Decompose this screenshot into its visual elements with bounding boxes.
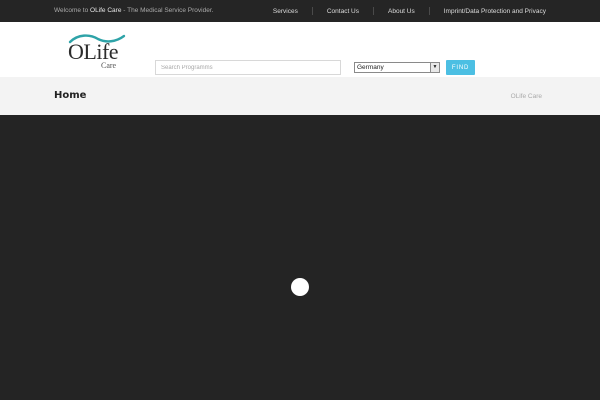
find-button[interactable]: FIND xyxy=(446,60,475,75)
welcome-brand: OLife Care xyxy=(90,7,122,14)
page-title-bar: Home OLife Care xyxy=(0,77,600,115)
welcome-message: Welcome to OLife Care - The Medical Serv… xyxy=(54,7,213,14)
nav-imprint-link[interactable]: Imprint/Data Protection and Privacy xyxy=(444,8,546,15)
page-title: Home xyxy=(54,90,87,101)
content-loading-area xyxy=(0,115,600,400)
loading-spinner-icon xyxy=(291,278,309,296)
logo-sub: Care xyxy=(101,61,117,70)
logo-name: OLife xyxy=(68,39,119,64)
welcome-suffix: - The Medical Service Provider. xyxy=(121,7,214,14)
country-select-value: Germany xyxy=(357,64,384,71)
nav-about-us-link[interactable]: About Us xyxy=(388,8,415,15)
top-bar: Welcome to OLife Care - The Medical Serv… xyxy=(0,0,600,22)
nav-contact-us-link[interactable]: Contact Us xyxy=(327,8,359,15)
nav-divider xyxy=(373,7,374,15)
site-logo[interactable]: OLife Care xyxy=(68,33,126,70)
nav-divider xyxy=(311,7,313,15)
nav-divider xyxy=(428,7,430,15)
country-select[interactable]: Germany ▼ xyxy=(354,62,440,73)
site-header: OLife Care Germany ▼ FIND xyxy=(0,22,600,77)
welcome-prefix: Welcome to xyxy=(54,7,91,14)
search-input[interactable] xyxy=(155,60,341,75)
nav-services-link[interactable]: Services xyxy=(273,8,298,15)
top-nav: Services Contact Us About Us Imprint/Dat… xyxy=(273,7,546,15)
breadcrumb[interactable]: OLife Care xyxy=(511,93,542,100)
dropdown-arrow-icon[interactable]: ▼ xyxy=(430,63,439,72)
